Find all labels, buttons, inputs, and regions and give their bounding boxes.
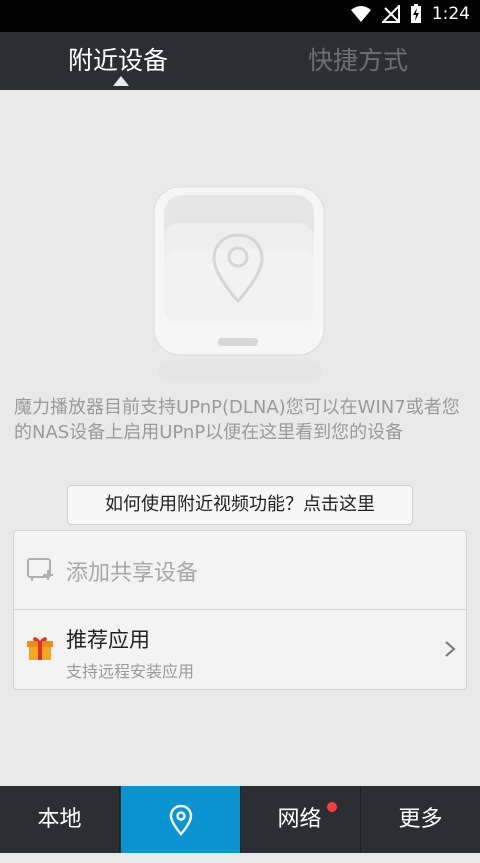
recommended-apps-row[interactable]: 推荐应用 支持远程安装应用 (14, 610, 466, 688)
add-shared-device-row[interactable]: 添加共享设备 (14, 531, 466, 610)
howto-nearby-video-button[interactable]: 如何使用附近视频功能？点击这里 (67, 485, 413, 525)
add-shared-device-label: 添加共享设备 (66, 561, 199, 586)
network-notification-badge (327, 802, 337, 812)
wifi-icon (350, 6, 371, 22)
nav-divider (119, 786, 120, 853)
location-pin-icon (169, 804, 192, 836)
nav-more[interactable]: 更多 (361, 786, 480, 853)
nav-local[interactable]: 本地 (0, 786, 119, 853)
no-signal-icon (381, 5, 400, 23)
add-device-icon (27, 558, 53, 581)
nav-nearby[interactable] (121, 786, 240, 853)
bottom-nav: 本地 网络 更多 (0, 786, 480, 853)
battery-charging-icon (410, 4, 421, 23)
gift-icon (27, 637, 53, 660)
tab-shortcuts[interactable]: 快捷方式 (308, 32, 408, 90)
device-options-card: 添加共享设备 推荐应用 支持远程安装应用 (13, 530, 467, 690)
upnp-description: 魔力播放器目前支持UPnP(DLNA)您可以在WIN7或者您的NAS设备上启用U… (14, 397, 460, 443)
recommended-apps-subtitle: 支持远程安装应用 (66, 662, 195, 681)
status-bar: 1:24 (0, 0, 480, 32)
status-icons: 1:24 (350, 4, 470, 24)
status-time: 1:24 (431, 4, 470, 24)
recommended-apps-label: 推荐应用 (66, 628, 150, 652)
chevron-right-icon (445, 641, 456, 657)
nearby-device-illustration (153, 186, 325, 381)
active-tab-indicator (113, 76, 129, 86)
nav-network[interactable]: 网络 (240, 786, 359, 853)
top-tab-bar: 附近设备 快捷方式 (0, 32, 480, 90)
